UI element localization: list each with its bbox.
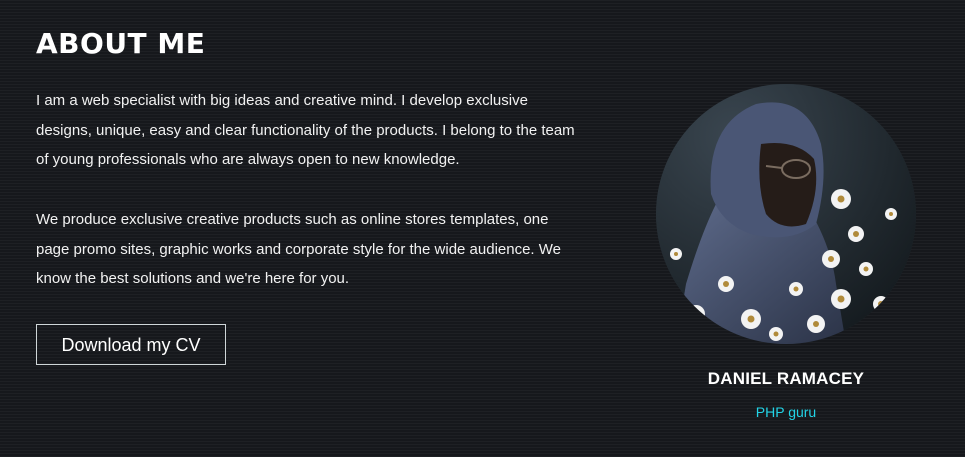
bio-paragraph-1: I am a web specialist with big ideas and…	[36, 92, 575, 168]
bio-paragraph-2: We produce exclusive creative products s…	[36, 211, 561, 287]
avatar	[656, 84, 916, 344]
page-title: ABOUT ME	[36, 27, 206, 60]
profile-name: DANIEL RAMACEY	[707, 369, 865, 388]
profile-role: PHP guru	[755, 404, 817, 420]
portrait-image	[656, 84, 916, 344]
about-me-section: ABOUT ME I am a web specialist with big …	[0, 0, 965, 457]
download-cv-button[interactable]: Download my CV	[36, 324, 226, 365]
